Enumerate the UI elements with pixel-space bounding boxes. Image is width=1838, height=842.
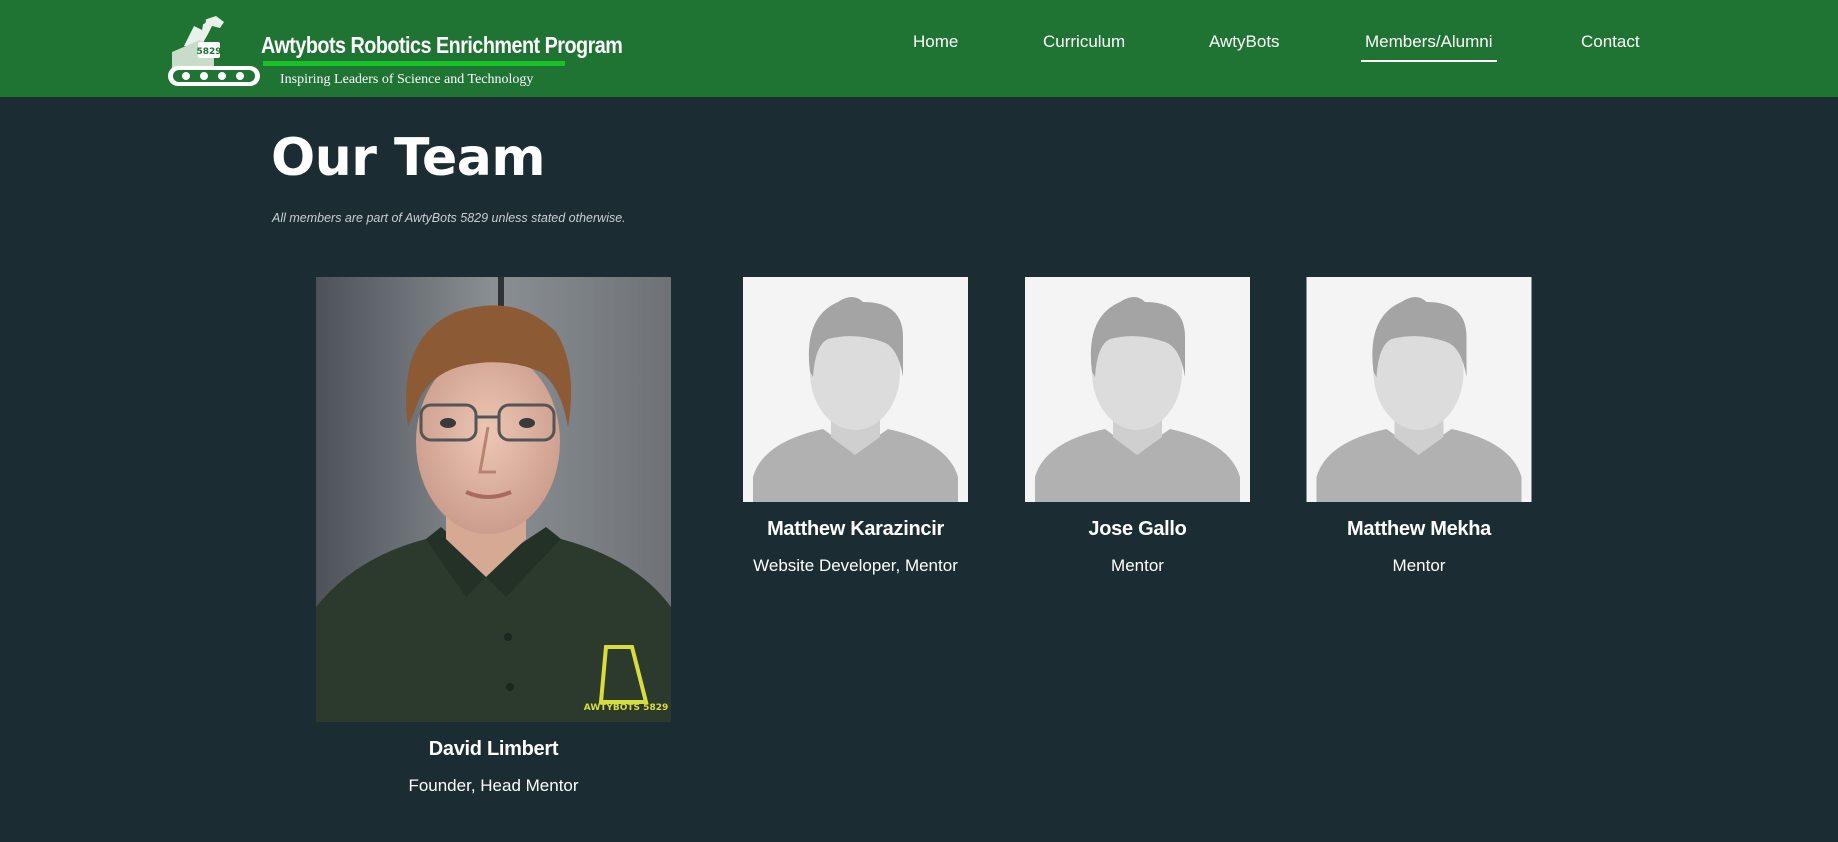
avatar-placeholder-icon bbox=[1306, 277, 1532, 502]
person-photo: AWTYBOTS 5829 bbox=[316, 277, 671, 722]
robot-logo-icon: 5829 bbox=[168, 16, 260, 86]
member-name: Matthew Karazincir bbox=[767, 518, 944, 540]
member-photo-jose-gallo bbox=[1025, 277, 1250, 502]
logo-title: Awtybots Robotics Enrichment Program bbox=[261, 32, 623, 58]
avatar-placeholder-icon bbox=[743, 277, 968, 502]
member-photo-matthew-mekha bbox=[1306, 277, 1532, 502]
member-name: Matthew Mekha bbox=[1347, 518, 1491, 540]
member-name: David Limbert bbox=[428, 738, 559, 760]
logo-underline bbox=[263, 61, 565, 66]
member-role: Founder, Head Mentor bbox=[408, 776, 579, 795]
member-role: Website Developer, Mentor bbox=[753, 556, 958, 575]
member-photo-david-limbert: AWTYBOTS 5829 bbox=[316, 277, 671, 722]
avatar-placeholder-icon bbox=[1025, 277, 1250, 502]
logo-tagline: Inspiring Leaders of Science and Technol… bbox=[280, 72, 534, 87]
shirt-logo-text: AWTYBOTS 5829 bbox=[584, 703, 668, 713]
nav-contact[interactable]: Contact bbox=[1581, 32, 1640, 62]
site-logo[interactable]: 5829 Awtybots Robotics Enrichment Progra… bbox=[164, 12, 623, 90]
nav-members-alumni[interactable]: Members/Alumni bbox=[1361, 32, 1497, 62]
member-name: Jose Gallo bbox=[1088, 518, 1187, 540]
site-header: 5829 Awtybots Robotics Enrichment Progra… bbox=[0, 0, 1838, 97]
team-note: All members are part of AwtyBots 5829 un… bbox=[272, 211, 626, 225]
nav-curriculum[interactable]: Curriculum bbox=[1043, 32, 1125, 62]
member-role: Mentor bbox=[1111, 556, 1164, 575]
nav-awtybots[interactable]: AwtyBots bbox=[1209, 32, 1280, 62]
nav-home[interactable]: Home bbox=[913, 32, 958, 62]
svg-text:5829: 5829 bbox=[196, 47, 221, 57]
member-photo-matthew-karazincir bbox=[743, 277, 968, 502]
member-role: Mentor bbox=[1392, 556, 1446, 575]
page-title: Our Team bbox=[271, 128, 546, 188]
